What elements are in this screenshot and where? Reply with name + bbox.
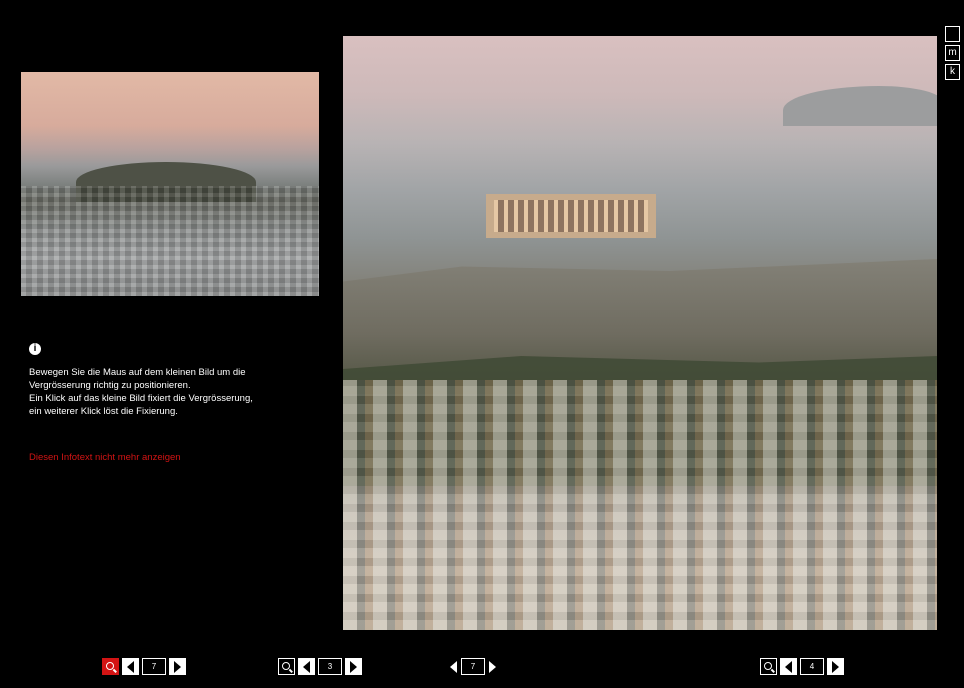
next-button[interactable] [345,658,362,675]
toolbar-group-1: 7 [102,657,186,676]
previous-button[interactable] [780,658,797,675]
arrow-left-icon [127,660,134,673]
distant-mountain [783,86,937,126]
disable-info-link[interactable]: Diesen Infotext nicht mehr anzeigen [29,452,181,463]
arrow-right-icon [350,660,357,673]
arrow-right-icon [489,660,496,673]
arrow-left-icon [450,660,457,673]
image-viewer: i Bewegen Sie die Maus auf dem kleinen B… [0,0,964,688]
zoomed-image [343,36,937,630]
toolbar-group-2: 3 [278,657,362,676]
size-button-small[interactable]: k [945,64,960,80]
info-icon: i [29,343,41,355]
arrow-right-icon [174,660,181,673]
magnifier-icon [281,661,290,670]
arrow-left-icon [303,660,310,673]
zoom-button[interactable] [760,658,777,675]
arrow-right-icon [832,660,839,673]
next-button[interactable] [827,658,844,675]
thumbnail-image[interactable] [21,72,319,296]
toolbar-group-4: 4 [760,657,844,676]
arrow-left-icon [785,660,792,673]
toolbar-center: 7 [449,657,497,676]
thumbnail-city [21,186,319,296]
value-box: 4 [800,658,824,675]
previous-button[interactable] [122,658,139,675]
value-box: 3 [318,658,342,675]
magnifier-icon [763,661,772,670]
parthenon [486,194,656,238]
help-line: Ein Klick auf das kleine Bild fixiert di… [29,393,253,404]
help-text: Bewegen Sie die Maus auf dem kleinen Bil… [29,366,319,418]
help-line: Vergrösserung richtig zu positionieren. [29,380,191,391]
value-box: 7 [142,658,166,675]
next-image-button[interactable] [488,660,497,673]
previous-image-button[interactable] [449,660,458,673]
city-houses [343,380,937,630]
help-line: ein weiterer Klick löst die Fixierung. [29,406,178,417]
zoom-button[interactable] [278,658,295,675]
zoom-active-button[interactable] [102,658,119,675]
next-button[interactable] [169,658,186,675]
size-button-large[interactable] [945,26,960,42]
size-button-medium[interactable]: m [945,45,960,61]
image-number-box: 7 [461,658,485,675]
magnifier-icon [105,661,114,670]
help-line: Bewegen Sie die Maus auf dem kleinen Bil… [29,367,246,378]
previous-button[interactable] [298,658,315,675]
